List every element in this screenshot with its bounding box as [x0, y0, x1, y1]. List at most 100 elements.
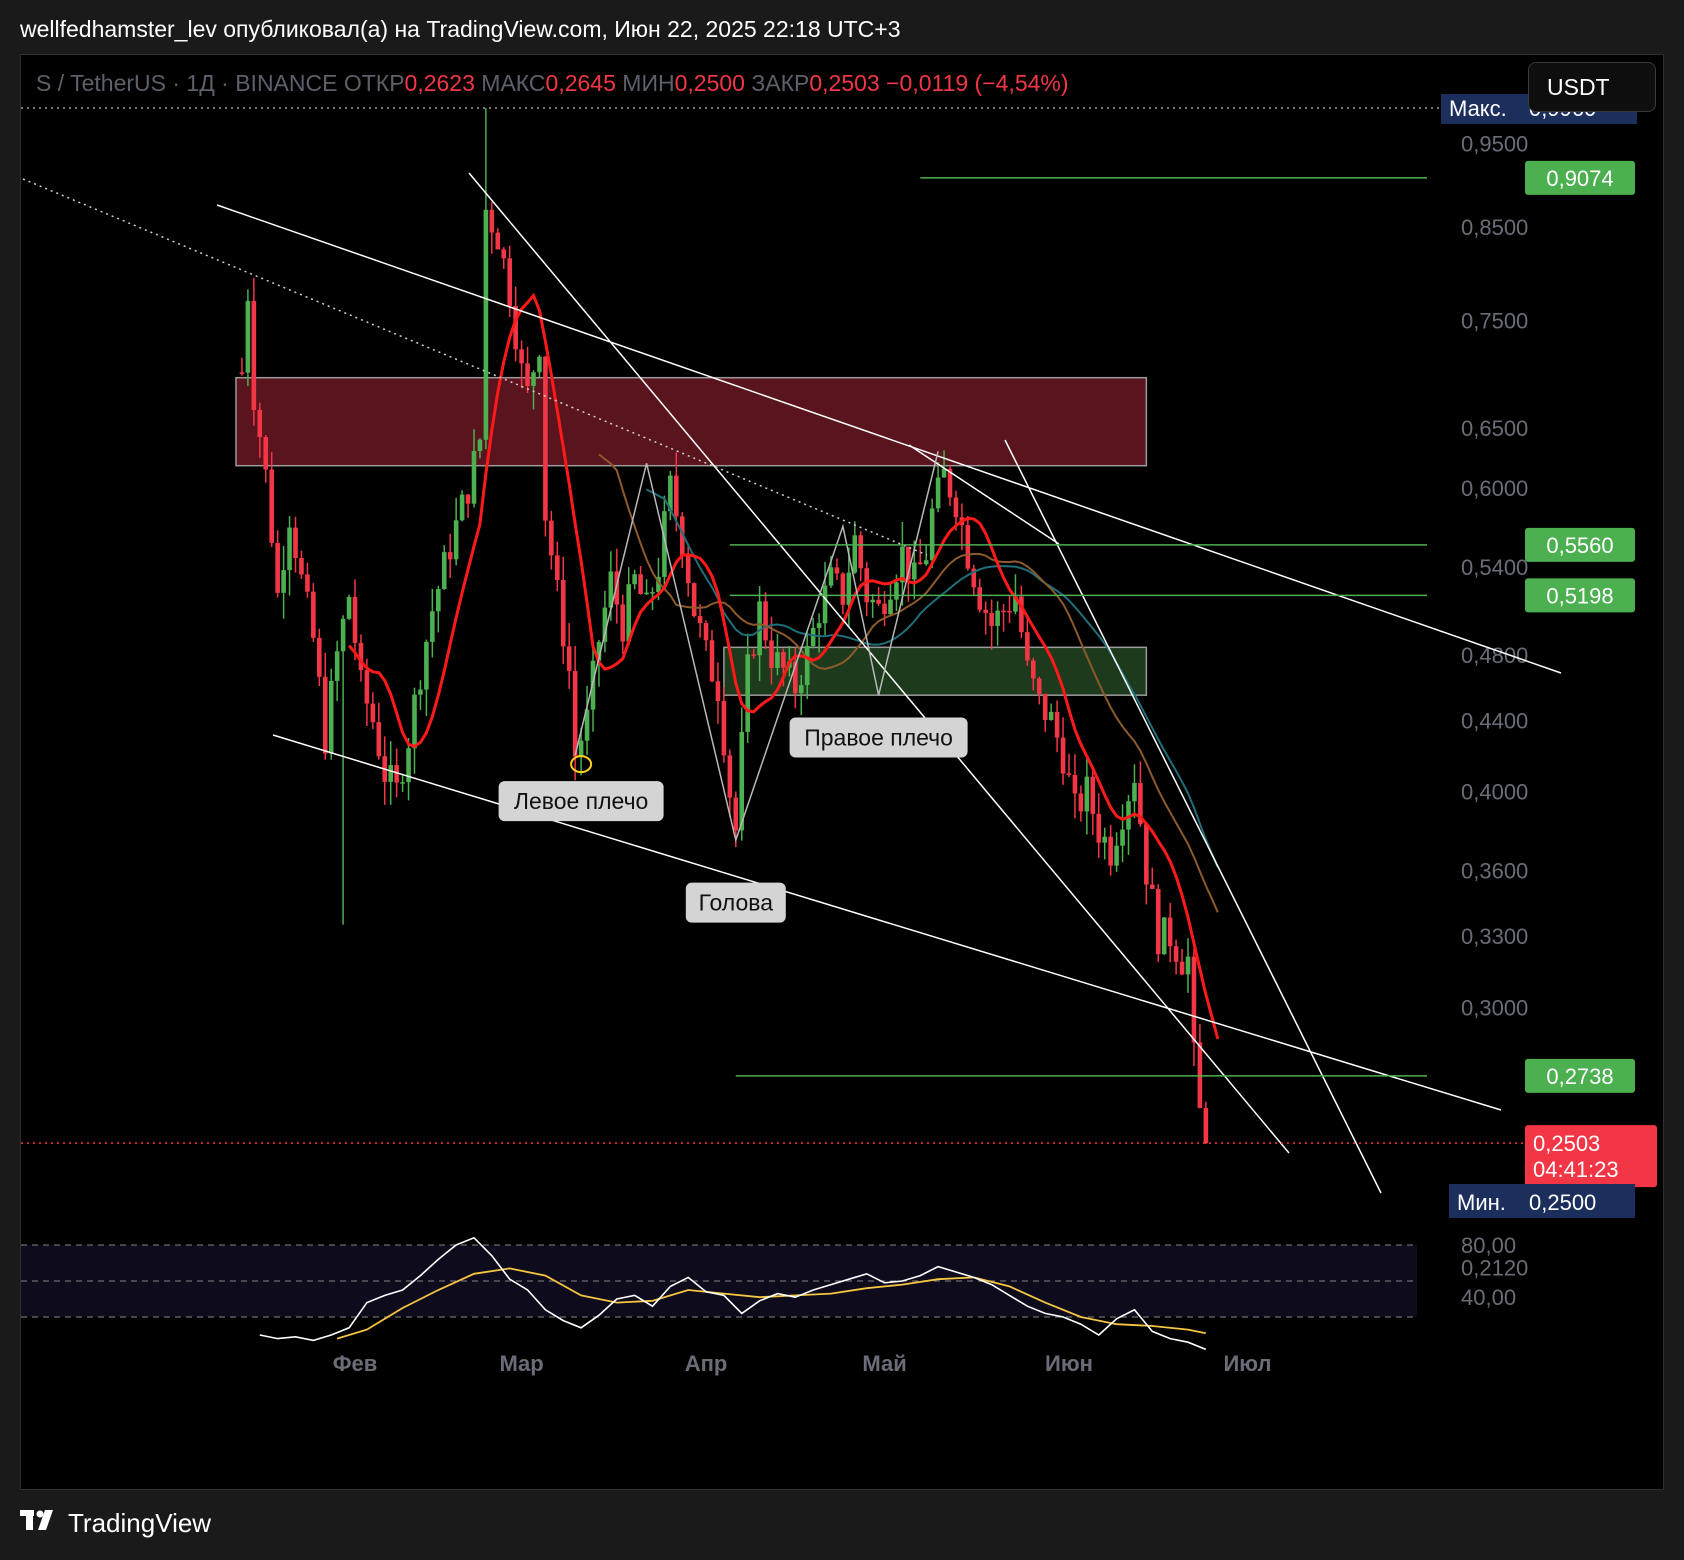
- tradingview-logo[interactable]: TradingView: [20, 1508, 211, 1539]
- candle-body: [697, 616, 703, 624]
- candle-body: [769, 640, 774, 668]
- candle-body: [751, 654, 756, 656]
- open-value: 0,2623: [404, 70, 475, 96]
- candle-body: [977, 587, 983, 610]
- candle-body: [745, 654, 750, 732]
- candle-body: [317, 637, 322, 677]
- x-tick-label: Май: [862, 1351, 906, 1376]
- candle-body: [1114, 845, 1119, 866]
- candle-body: [846, 572, 852, 605]
- symbol-name[interactable]: S / TetherUS · 1Д · BINANCE: [36, 70, 337, 96]
- candle-body: [822, 585, 828, 624]
- candle-body: [1001, 610, 1006, 613]
- candle-body: [876, 599, 881, 604]
- candle-body: [305, 574, 310, 592]
- rsi-tick-label: 80,00: [1461, 1233, 1516, 1258]
- candle-body: [1167, 917, 1173, 947]
- y-tick-label: 0,6000: [1461, 476, 1528, 501]
- candle-body: [703, 623, 709, 641]
- close-value: 0,2503: [809, 70, 880, 96]
- candle-body: [507, 258, 512, 307]
- y-tick-label: 0,5400: [1461, 555, 1528, 580]
- candle-body: [334, 651, 340, 681]
- price-chart[interactable]: 0,9500 0,8500 0,7500 0,6500 0,6000 0,5400 0,48…: [21, 55, 1664, 1490]
- candle-body: [1144, 824, 1149, 885]
- candle-body: [1179, 961, 1185, 975]
- candle-body: [912, 562, 917, 580]
- candle-body: [1191, 956, 1197, 1043]
- level-price-label: 0,5560: [1546, 533, 1613, 558]
- candle-body: [322, 676, 328, 754]
- candle-body: [1054, 711, 1060, 738]
- bar-countdown: 04:41:23: [1533, 1157, 1619, 1182]
- candle-body: [995, 610, 1000, 626]
- candle-body: [1185, 956, 1191, 975]
- candle-body: [519, 349, 524, 364]
- candle-body: [441, 552, 447, 590]
- candle-body: [1173, 946, 1179, 962]
- candle-body: [894, 582, 899, 600]
- publish-info: wellfedhamster_lev опубликовал(а) на Tra…: [20, 16, 901, 42]
- candle-body: [953, 497, 959, 518]
- rsi-tick-label: 40,00: [1461, 1285, 1516, 1310]
- candle-body: [388, 765, 393, 782]
- max-marker-label: Макс.: [1449, 96, 1507, 121]
- candle-body: [239, 372, 245, 374]
- candle-body: [376, 722, 382, 757]
- candle-body: [888, 599, 893, 615]
- candle-body: [537, 356, 542, 373]
- candle-body: [560, 580, 566, 647]
- x-tick-label: Мар: [499, 1351, 543, 1376]
- y-tick-label: 0,3600: [1461, 859, 1528, 884]
- candle-body: [275, 542, 280, 593]
- candle-body: [424, 641, 429, 690]
- tradingview-brand-text: TradingView: [68, 1508, 212, 1538]
- candle-body: [257, 410, 263, 437]
- candle-body: [870, 599, 875, 603]
- pattern-label-text: Голова: [699, 890, 774, 916]
- candle-body: [810, 627, 816, 647]
- candle-body: [1042, 693, 1048, 720]
- x-tick-label: Фев: [333, 1351, 378, 1376]
- candle-body: [287, 527, 292, 571]
- candle-body: [566, 646, 572, 671]
- chart-pane[interactable]: 0,9500 0,8500 0,7500 0,6500 0,6000 0,5400 0,48…: [20, 54, 1664, 1490]
- candle-body: [1060, 737, 1066, 774]
- candle-body: [858, 535, 864, 569]
- candle-body: [1025, 632, 1030, 661]
- candle-body: [1090, 776, 1096, 814]
- candle-body: [459, 494, 465, 521]
- open-label: ОТКР: [343, 70, 405, 96]
- candle-body: [727, 755, 733, 798]
- candle-body: [1084, 776, 1090, 812]
- candle-body: [1102, 836, 1107, 843]
- currency-button[interactable]: USDT: [1528, 62, 1656, 112]
- pattern-label-text: Левое плечо: [514, 788, 649, 814]
- candle-body: [299, 558, 304, 575]
- candle-body: [638, 574, 643, 595]
- candle-body: [644, 592, 649, 595]
- candle-body: [495, 232, 501, 250]
- candle-body: [1155, 888, 1161, 955]
- candle-body: [436, 589, 441, 612]
- candle-body: [430, 611, 435, 642]
- candle-body: [471, 450, 477, 504]
- candle-body: [709, 640, 715, 682]
- candle-body: [882, 603, 887, 615]
- candle-body: [1031, 660, 1036, 679]
- y-tick-label: 0,4800: [1461, 643, 1528, 668]
- high-value: 0,2645: [545, 70, 616, 96]
- candle-body: [674, 475, 679, 517]
- candle-body: [1066, 773, 1072, 776]
- y-tick-label: 0,6500: [1461, 416, 1528, 441]
- x-tick-label: Июл: [1223, 1351, 1271, 1376]
- candle-body: [1150, 884, 1155, 889]
- close-label: ЗАКР: [751, 70, 810, 96]
- min-marker-value: 0,2500: [1529, 1190, 1596, 1215]
- candle-body: [477, 439, 483, 451]
- candle-body: [650, 592, 655, 594]
- candle-body: [293, 527, 298, 559]
- level-price-label: 0,2738: [1546, 1064, 1613, 1089]
- current-price-value: 0,2503: [1533, 1131, 1600, 1156]
- candle-body: [281, 570, 286, 593]
